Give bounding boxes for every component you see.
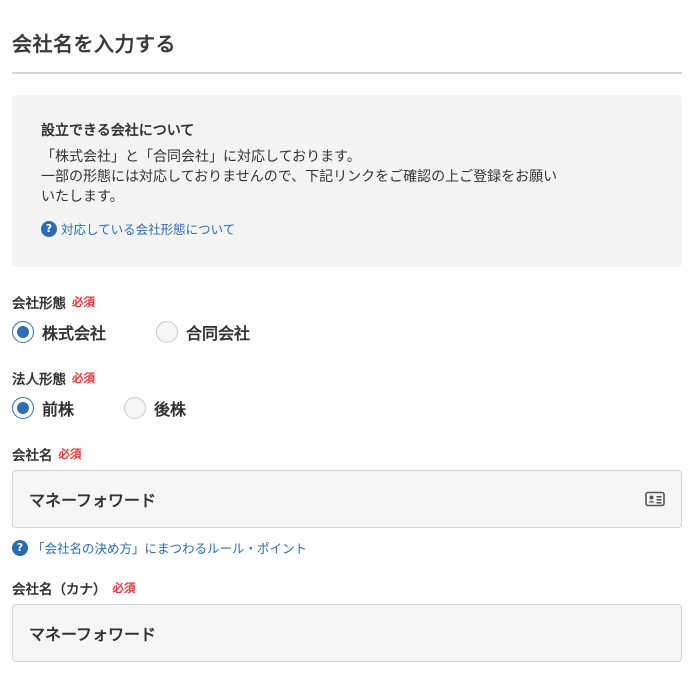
radio-option-mae-kabu[interactable]: 前株	[12, 396, 74, 420]
radio-option-kabushiki-kaisha[interactable]: 株式会社	[12, 320, 106, 344]
radio-label: 合同会社	[186, 324, 251, 343]
company-name-kana-label: 会社名（カナ） 必須	[12, 578, 136, 598]
company-name-kana-field[interactable]	[12, 604, 682, 662]
info-box: 設立できる会社について 「株式会社」と「合同会社」に対応しております。 一部の形…	[12, 95, 682, 267]
supported-company-types-link[interactable]: ? 対応している会社形態について	[41, 219, 653, 238]
radio-label: 前株	[42, 400, 75, 419]
radio-option-ato-kabu[interactable]: 後株	[124, 396, 186, 420]
question-circle-icon: ?	[41, 220, 57, 237]
company-type-label-text: 会社形態	[12, 296, 66, 312]
supported-company-types-link-label: 対応している会社形態について	[61, 222, 236, 237]
radio-button[interactable]	[156, 321, 179, 343]
required-badge: 必須	[112, 581, 136, 595]
info-line: いたします。	[41, 189, 124, 205]
page-title: 会社名を入力する	[12, 32, 176, 56]
radio-button[interactable]	[124, 397, 147, 419]
info-line: 一部の形態には対応しておりませんので、下記リンクをご確認の上ご登録をお願い	[41, 169, 558, 185]
company-name-rules-link[interactable]: ? 「会社名の決め方」にまつわるルール・ポイント	[12, 538, 307, 557]
radio-button-checked[interactable]	[12, 321, 34, 343]
corporate-form-radio-group: 前株 後株	[12, 396, 186, 420]
company-name-kana-label-text: 会社名（カナ）	[12, 582, 107, 598]
company-name-label: 会社名 必須	[12, 444, 82, 464]
corporate-form-label-text: 法人形態	[12, 372, 66, 388]
company-name-kana-input[interactable]	[29, 623, 665, 643]
company-type-label: 会社形態 必須	[12, 292, 95, 312]
info-line: 「株式会社」と「合同会社」に対応しております。	[41, 149, 361, 165]
radio-option-godo-kaisha[interactable]: 合同会社	[156, 320, 250, 344]
company-name-rules-link-label: 「会社名の決め方」にまつわるルール・ポイント	[32, 541, 308, 556]
question-circle-icon: ?	[12, 539, 28, 556]
company-name-label-text: 会社名	[12, 448, 53, 464]
radio-label: 後株	[154, 400, 187, 419]
required-badge: 必須	[72, 295, 95, 309]
company-name-field[interactable]	[12, 470, 682, 528]
radio-label: 株式会社	[42, 324, 107, 343]
corporate-form-label: 法人形態 必須	[12, 368, 95, 388]
info-heading: 設立できる会社について	[41, 123, 195, 139]
title-divider	[12, 72, 682, 74]
radio-button-checked[interactable]	[12, 397, 34, 419]
required-badge: 必須	[58, 447, 82, 461]
company-name-input[interactable]	[29, 489, 645, 509]
required-badge: 必須	[72, 371, 95, 385]
contact-card-icon[interactable]	[645, 491, 665, 507]
company-type-radio-group: 株式会社 合同会社	[12, 320, 250, 344]
